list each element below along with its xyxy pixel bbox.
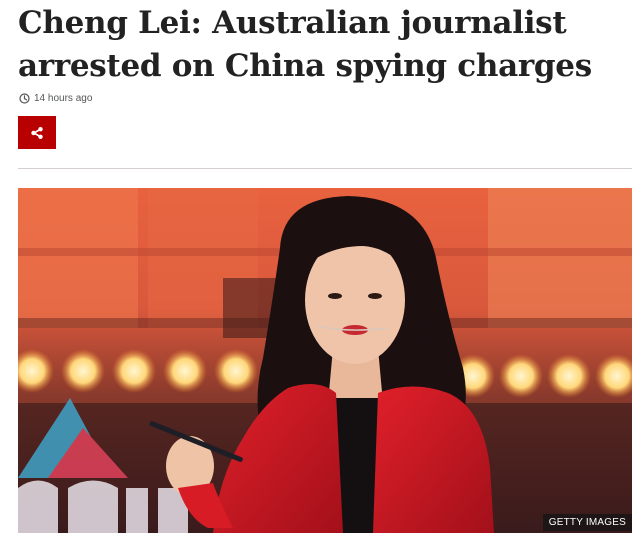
hero-image: GETTY IMAGES — [18, 188, 632, 533]
hero-photo — [18, 188, 632, 533]
article-timestamp: 14 hours ago — [34, 92, 93, 104]
image-credit: GETTY IMAGES — [542, 514, 632, 531]
article-headline: Cheng Lei: Australian journalist arreste… — [18, 5, 592, 84]
share-icon — [30, 126, 44, 140]
share-button[interactable] — [18, 116, 56, 149]
article: Cheng Lei: Australian journalist arreste… — [0, 0, 640, 533]
divider — [18, 168, 632, 169]
clock-icon — [19, 92, 30, 104]
article-meta: 14 hours ago — [19, 91, 92, 105]
